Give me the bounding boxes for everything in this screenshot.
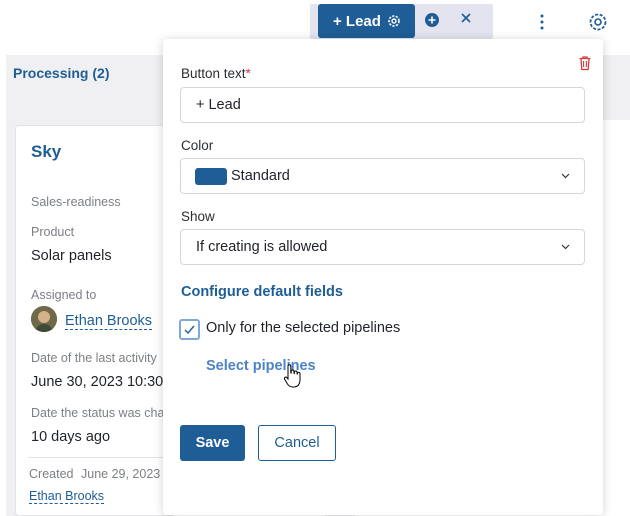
- color-value: Standard: [231, 168, 290, 184]
- only-selected-pipelines-label[interactable]: Only for the selected pipelines: [206, 320, 400, 336]
- sales-readiness-label: Sales-readiness: [31, 195, 121, 209]
- status-changed-value: 10 days ago: [31, 429, 111, 445]
- button-text-label: Button text*: [181, 66, 251, 81]
- button-text-value: + Lead: [196, 97, 241, 113]
- last-activity-value: June 30, 2023 10:30: [31, 374, 164, 390]
- configure-default-fields-link[interactable]: Configure default fields: [181, 284, 343, 300]
- color-label: Color: [181, 138, 214, 153]
- more-vertical-icon[interactable]: [540, 14, 544, 30]
- settings-icon[interactable]: [587, 11, 609, 33]
- button-text-label-text: Button text: [181, 66, 246, 81]
- button-text-input[interactable]: + Lead: [180, 87, 585, 123]
- gear-icon[interactable]: [386, 13, 402, 29]
- required-mark: *: [245, 66, 251, 81]
- show-select[interactable]: If creating is allowed: [180, 229, 585, 265]
- last-activity-label: Date of the last activity: [31, 351, 157, 365]
- card-title[interactable]: Sky: [31, 142, 61, 162]
- product-label: Product: [31, 225, 75, 239]
- checkmark-icon: [184, 325, 195, 335]
- close-icon[interactable]: [458, 10, 474, 26]
- assigned-label: Assigned to: [31, 288, 97, 302]
- cancel-button[interactable]: Cancel: [258, 425, 336, 461]
- show-label: Show: [181, 209, 215, 224]
- chevron-down-icon: [561, 173, 570, 179]
- color-swatch: [195, 167, 227, 185]
- column-title[interactable]: Processing (2): [13, 65, 109, 81]
- created-date: June 29, 2023: [81, 467, 161, 481]
- hand-cursor-icon: [283, 364, 301, 388]
- assigned-user-link[interactable]: Ethan Brooks: [65, 313, 153, 330]
- status-changed-label: Date the status was chan: [31, 406, 172, 420]
- trash-icon[interactable]: [578, 55, 592, 71]
- color-select[interactable]: Standard: [180, 158, 585, 194]
- created-by-link[interactable]: Ethan Brooks: [29, 489, 105, 504]
- card-divider: [28, 457, 164, 458]
- add-lead-button[interactable]: + Lead: [318, 4, 415, 38]
- add-lead-label: + Lead: [333, 12, 381, 30]
- save-button[interactable]: Save: [180, 425, 245, 461]
- show-value: If creating is allowed: [196, 239, 328, 255]
- kanban-column-next: [600, 55, 630, 120]
- only-selected-pipelines-checkbox[interactable]: [179, 319, 200, 340]
- avatar: [31, 306, 57, 332]
- chevron-down-icon: [561, 244, 570, 250]
- plus-circle-icon[interactable]: [425, 13, 439, 27]
- product-value: Solar panels: [31, 248, 112, 264]
- created-label: Created: [29, 467, 74, 481]
